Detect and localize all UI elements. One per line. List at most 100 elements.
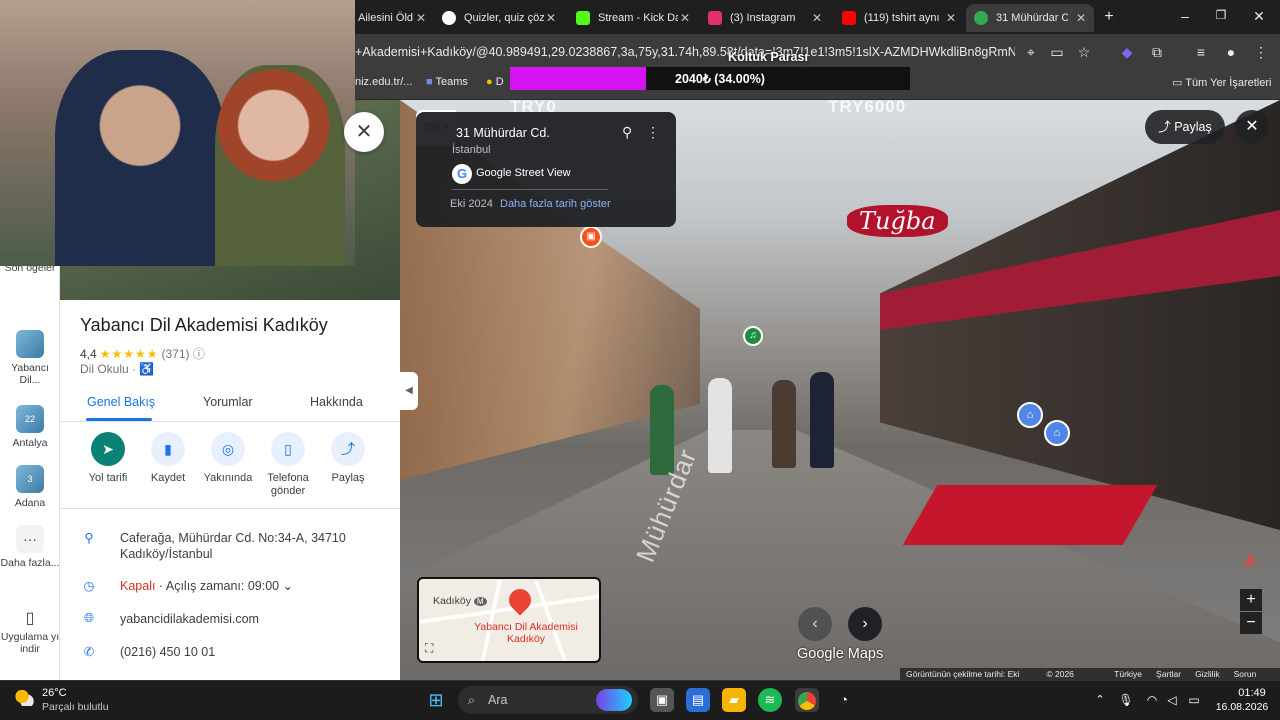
extension-shield-icon[interactable]: ◆ [1118, 44, 1136, 61]
goal-progress-bar: 2040₺ (34.00%) [510, 67, 910, 90]
bookmark-label: Teams [435, 76, 468, 88]
close-icon[interactable]: ✕ [416, 11, 426, 25]
action-label: Paylaş [331, 472, 365, 484]
close-panel-button[interactable]: ✕ [344, 112, 384, 152]
menu-icon[interactable]: ⋮ [1252, 44, 1270, 61]
all-bookmarks[interactable]: ▭ Tüm Yer İşaretleri [1172, 76, 1271, 89]
bookmark-item[interactable]: ● D [486, 76, 504, 88]
share-button[interactable]: ⤴ Paylaş [1145, 110, 1225, 144]
windows-start-icon[interactable]: ⊞ [424, 688, 448, 712]
location-icon[interactable]: ⌖ [1022, 44, 1040, 61]
bookmark-teams[interactable]: ■ Teams [426, 76, 468, 88]
save-button[interactable]: ▮ Kaydet [140, 432, 196, 485]
zoom-in-button[interactable]: + [1240, 589, 1262, 611]
minimize-icon[interactable]: – [1176, 8, 1194, 24]
weather-temp[interactable]: 26°C [42, 687, 67, 699]
close-icon[interactable]: ✕ [680, 11, 690, 25]
microphone-icon[interactable]: 🎙︎ [1114, 688, 1138, 712]
nav-yabanci-dil[interactable]: Yabancı Dil... [0, 330, 60, 386]
address-row[interactable]: ⚲ Caferağa, Mühürdar Cd. No:34-A, 34710 K… [80, 530, 400, 564]
close-icon[interactable]: ✕ [546, 11, 556, 25]
task-view-icon[interactable]: ▣ [650, 688, 674, 712]
tab-4[interactable]: (3) Instagram ✕ [700, 4, 830, 32]
window-close-icon[interactable]: ✕ [1250, 8, 1268, 25]
nearby-button[interactable]: ◎ Yakınında [200, 432, 256, 485]
tab-about[interactable]: Hakkında [310, 395, 363, 409]
compass-icon[interactable]: ◭ [1236, 548, 1266, 574]
review-count[interactable]: (371) [161, 347, 189, 361]
shop-sign: Tuğba [847, 205, 948, 237]
close-icon[interactable]: ✕ [946, 11, 956, 25]
tab-5[interactable]: (119) tshirt aynı ✕ [834, 4, 964, 32]
expand-icon[interactable]: ⛶ [425, 641, 433, 656]
phone-row[interactable]: ✆ (0216) 450 10 01 [80, 644, 400, 662]
hours-status: Kapalı [120, 579, 156, 593]
file-explorer-icon[interactable]: ▰ [722, 688, 746, 712]
prev-arrow-icon[interactable]: ‹ [798, 607, 832, 641]
minimap[interactable]: Kadıköy M Yabancı Dil Akademisi Kadıköy ⛶ [417, 577, 601, 663]
terms-link[interactable]: Şartlar [1156, 668, 1181, 680]
info-icon[interactable]: ⓘ [193, 347, 205, 361]
sv-date: Eki 2024 [450, 198, 493, 210]
website-row[interactable]: 🌐︎ yabancidilakademisi.com [80, 611, 400, 629]
clock-time[interactable]: 01:49 [1230, 687, 1274, 699]
spotify-icon[interactable]: ≋ [758, 688, 782, 712]
weather-desc[interactable]: Parçalı bulutlu [42, 701, 109, 713]
country-link[interactable]: Türkiye [1114, 668, 1142, 680]
tab-reviews[interactable]: Yorumlar [203, 395, 253, 409]
share-button[interactable]: ⤴ Paylaş [320, 432, 376, 485]
tab-6-active[interactable]: 31 Mühürdar Cd ✕ [966, 4, 1094, 32]
shop-pin-icon[interactable]: ⌂ [1044, 420, 1070, 446]
chevron-down-icon[interactable]: ⌄ [279, 579, 293, 593]
extensions-icon[interactable]: ⧉ [1148, 44, 1166, 61]
more-dates-link[interactable]: Daha fazla tarih göster [500, 198, 611, 210]
nav-antalya[interactable]: 22 Antalya [0, 405, 60, 449]
action-label: Kaydet [150, 472, 186, 484]
shop-pin-icon[interactable]: ⌂ [1017, 402, 1043, 428]
nav-more[interactable]: ··· Daha fazla... [0, 525, 60, 569]
search-highlight-icon [596, 689, 632, 711]
tab-overview[interactable]: Genel Bakış [87, 395, 155, 409]
maximize-icon[interactable]: ❐ [1212, 8, 1230, 22]
new-tab-icon[interactable]: + [1100, 8, 1118, 26]
next-arrow-icon[interactable]: › [848, 607, 882, 641]
report-link[interactable]: Sorun bildir [1234, 668, 1274, 691]
close-icon[interactable]: ✕ [812, 11, 822, 25]
hours-row[interactable]: ◷ Kapalı · Açılış zamanı: 09:00 ⌄ [80, 578, 400, 596]
chrome-icon[interactable] [795, 688, 819, 712]
privacy-link[interactable]: Gizlilik [1195, 668, 1220, 680]
category-label[interactable]: Dil Okulu · [80, 362, 136, 376]
close-icon[interactable]: ✕ [1076, 11, 1086, 25]
taskbar-search[interactable]: ⌕ Ara [458, 686, 638, 714]
nav-get-app[interactable]: ▯ Uygulama yı indir [0, 611, 60, 656]
pin-icon[interactable]: ⚲ [622, 124, 632, 141]
tab-3[interactable]: Stream - Kick Da ✕ [568, 4, 698, 32]
close-street-view-button[interactable]: ✕ [1235, 110, 1269, 144]
more-vert-icon[interactable]: ⋮ [646, 124, 660, 141]
clock-date[interactable]: 16.08.2026 [1210, 701, 1274, 713]
store-icon[interactable]: ▤ [686, 688, 710, 712]
zoom-out-button[interactable]: − [1240, 612, 1262, 634]
profile-icon[interactable]: ● [1222, 44, 1240, 60]
bookmark-item[interactable]: niz.edu.tr/... [355, 76, 412, 88]
send-to-phone-button[interactable]: ▯ Telefona gönder [260, 432, 316, 498]
collapse-panel-icon[interactable]: ◀ [400, 372, 418, 410]
donation-goal-overlay: 2040₺ (34.00%) Koltuk Parası [510, 48, 910, 92]
tab-1[interactable]: Ailesini Öld ✕ [350, 4, 434, 32]
tray-chevron-icon[interactable]: ⌃ [1088, 688, 1112, 712]
media-icon[interactable]: ≡ [1192, 44, 1210, 60]
battery-icon[interactable]: ▭ [1182, 688, 1206, 712]
cast-icon[interactable]: ▭ [1048, 44, 1066, 61]
music-pin-icon[interactable]: ♫ [743, 326, 763, 346]
directions-button[interactable]: ➤ Yol tarifi [80, 432, 136, 485]
food-pin-icon[interactable]: ▣ [580, 226, 602, 248]
app-icon[interactable]: ◔ [832, 688, 856, 712]
map-footer: Görüntünün çekilme tarihi: Eki 2024 © 20… [900, 668, 1280, 691]
stars-icon: ★★★★★ [99, 347, 159, 361]
pedestrian [810, 372, 834, 468]
nav-adana[interactable]: 3 Adana [0, 465, 60, 509]
volume-icon[interactable]: ◁ [1160, 688, 1184, 712]
metro-icon: M [473, 597, 487, 606]
tab-2[interactable]: Quizler, quiz çöz ✕ [434, 4, 564, 32]
bookmark-star-icon[interactable]: ☆ [1075, 44, 1093, 61]
